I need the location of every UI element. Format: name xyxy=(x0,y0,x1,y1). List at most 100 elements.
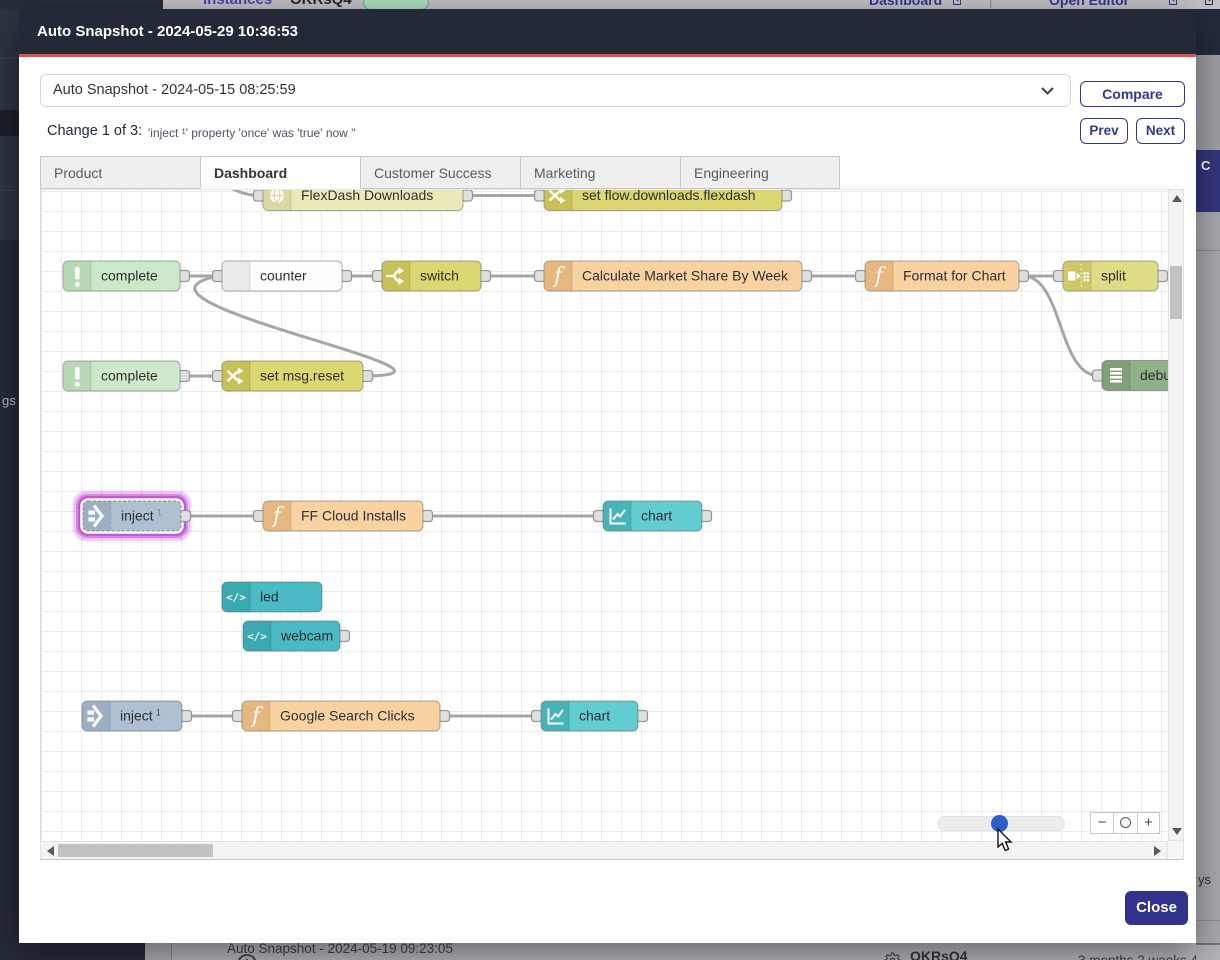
dialog-header-accent xyxy=(19,54,1196,57)
dialog-title: Auto Snapshot - 2024-05-29 10:36:53 xyxy=(37,9,298,54)
zoom-in-button[interactable]: + xyxy=(1137,812,1160,834)
scroll-down-icon[interactable] xyxy=(1172,828,1182,835)
tab-engineering[interactable]: Engineering xyxy=(680,156,840,189)
flow-node-chart-2[interactable]: chart xyxy=(532,701,648,731)
node-label: FF Cloud Installs xyxy=(301,508,406,524)
background-right-button-fragment: C xyxy=(1196,150,1220,212)
background-right-text-fragment: ys xyxy=(1198,872,1211,887)
background-right-strip xyxy=(1196,9,1220,55)
flow-node-debug[interactable]: debug xyxy=(1093,361,1169,391)
chart-icon xyxy=(604,502,632,531)
flow-node-complete-1[interactable]: complete xyxy=(63,261,190,291)
breadcrumb-instance-name: OKRsQ4 xyxy=(290,0,352,8)
sidebar-item-label-fragment: gs xyxy=(2,393,16,408)
open-editor-link[interactable]: Open Editor xyxy=(1049,0,1129,8)
node-label: set msg.reset xyxy=(260,368,344,384)
background-right-strip xyxy=(1196,945,1220,960)
node-label: chart xyxy=(641,508,672,524)
flow-node-flexdash-downloads[interactable]: FlexDash Downloads xyxy=(254,190,473,211)
external-link-icon xyxy=(952,0,964,6)
snapshot-table-row-label: Auto Snapshot - 2024-05-19 09:23:05 xyxy=(227,941,453,956)
snapshot-select[interactable]: Auto Snapshot - 2024-05-15 08:25:59 xyxy=(40,74,1071,107)
sidebar-lower-section xyxy=(0,240,19,960)
next-button[interactable]: Next xyxy=(1136,118,1185,144)
template-icon-glyph: </> xyxy=(226,591,246,604)
flow-node-google-search-clicks[interactable]: fGoogle Search Clicks xyxy=(233,701,450,731)
flow-node-chart-1[interactable]: chart xyxy=(594,501,712,531)
dialog-header: Auto Snapshot - 2024-05-29 10:36:53 xyxy=(19,9,1196,54)
close-button[interactable]: Close xyxy=(1125,891,1188,925)
flow-node-format-for-chart[interactable]: fFormat for Chart xyxy=(856,261,1029,291)
flow-node-ff-cloud-installs[interactable]: fFF Cloud Installs xyxy=(254,501,433,531)
background-right-divider xyxy=(1196,250,1220,251)
flow-canvas-container: FlexDash Downloads set flow.downloads.fle… xyxy=(40,189,1184,860)
node-label: complete xyxy=(101,268,158,284)
node-label: set flow.downloads.flexdash xyxy=(582,190,756,203)
flow-node-webcam[interactable]: </> webcam xyxy=(243,621,350,651)
scroll-up-icon[interactable] xyxy=(1172,195,1182,202)
nav-link-separator: | xyxy=(989,0,993,8)
flow-node-led[interactable]: </> led xyxy=(222,582,322,612)
flow-node-calculate-market-share[interactable]: fCalculate Market Share By Week xyxy=(535,261,812,291)
flow-wire[interactable] xyxy=(197,190,258,196)
scroll-left-icon[interactable] xyxy=(47,846,54,856)
background-bottom-gutter xyxy=(145,942,172,960)
sidebar-divider xyxy=(0,190,19,191)
node-label: complete xyxy=(101,368,158,384)
svg-text:</>: </> xyxy=(226,591,246,604)
template-icon-glyph: </> xyxy=(247,630,267,643)
debug-icon xyxy=(1103,361,1131,390)
node-label: Calculate Market Share By Week xyxy=(582,268,789,284)
flow-node-split[interactable]: split xyxy=(1054,261,1168,291)
tab-dashboard[interactable]: Dashboard xyxy=(200,156,360,189)
horizontal-scrollbar-thumb[interactable] xyxy=(58,844,213,857)
background-sidebar-bottom xyxy=(0,942,145,960)
node-label: debug xyxy=(1140,367,1168,383)
clock-icon xyxy=(236,953,258,960)
inject-icon xyxy=(84,502,112,531)
tab-marketing[interactable]: Marketing xyxy=(520,156,680,189)
dashboard-link[interactable]: Dashboard xyxy=(869,0,942,8)
node-label: Google Search Clicks xyxy=(280,708,415,724)
zoom-out-button[interactable]: − xyxy=(1090,812,1113,834)
breadcrumb-instances[interactable]: Instances xyxy=(203,0,272,8)
flow-node-switch[interactable]: switch xyxy=(373,261,491,291)
background-right-divider xyxy=(1196,920,1220,921)
chart-icon xyxy=(542,702,570,731)
tab-product[interactable]: Product xyxy=(40,156,200,189)
flow-node-inject-1[interactable]: inject1 xyxy=(75,493,191,539)
vertical-scrollbar-thumb[interactable] xyxy=(1170,266,1182,319)
complete-icon-glyph xyxy=(75,267,80,287)
flow-node-inject-2[interactable]: inject1 xyxy=(82,701,192,731)
node-label: webcam xyxy=(280,628,333,644)
node-label: FlexDash Downloads xyxy=(301,190,433,203)
zoom-reset-button[interactable] xyxy=(1113,812,1136,834)
flow-canvas[interactable]: FlexDash Downloads set flow.downloads.fle… xyxy=(40,189,1168,841)
complete-icon-glyph xyxy=(75,367,80,387)
flow-node-complete-2[interactable]: complete xyxy=(63,361,190,391)
vertical-scrollbar[interactable] xyxy=(1168,189,1184,841)
scrollbar-corner xyxy=(1168,841,1184,860)
flow-node-set-flow-downloads[interactable]: set flow.downloads.flexdash xyxy=(535,190,792,211)
external-link-icon xyxy=(1168,0,1180,6)
zoom-reset-icon xyxy=(1120,817,1131,828)
node-label: split xyxy=(1101,268,1126,284)
zoom-controls: − + xyxy=(1090,812,1160,834)
compare-button[interactable]: Compare xyxy=(1080,81,1185,107)
snapshot-compare-dialog: Auto Snapshot - 2024-05-29 10:36:53 Auto… xyxy=(19,9,1196,943)
change-icon xyxy=(223,362,251,391)
flow-node-set-msg-reset[interactable]: set msg.reset xyxy=(213,361,373,391)
flow-graph: FlexDash Downloads set flow.downloads.fle… xyxy=(41,190,1168,841)
prev-button[interactable]: Prev xyxy=(1080,118,1128,144)
tab-customer-success[interactable]: Customer Success xyxy=(360,156,520,189)
instance-table-row-label: OKRsQ4 xyxy=(910,948,968,960)
scroll-right-icon[interactable] xyxy=(1154,846,1161,856)
node-label: led xyxy=(260,589,279,605)
background-right-strip xyxy=(1196,55,1220,150)
change-counter-label: Change 1 of 3: xyxy=(47,123,142,139)
inject-icon xyxy=(83,702,111,731)
background-bottom-divider xyxy=(171,942,172,960)
gear-icon xyxy=(884,952,901,960)
chevron-down-icon xyxy=(1041,87,1054,95)
flow-node-counter[interactable]: counter xyxy=(213,261,352,291)
